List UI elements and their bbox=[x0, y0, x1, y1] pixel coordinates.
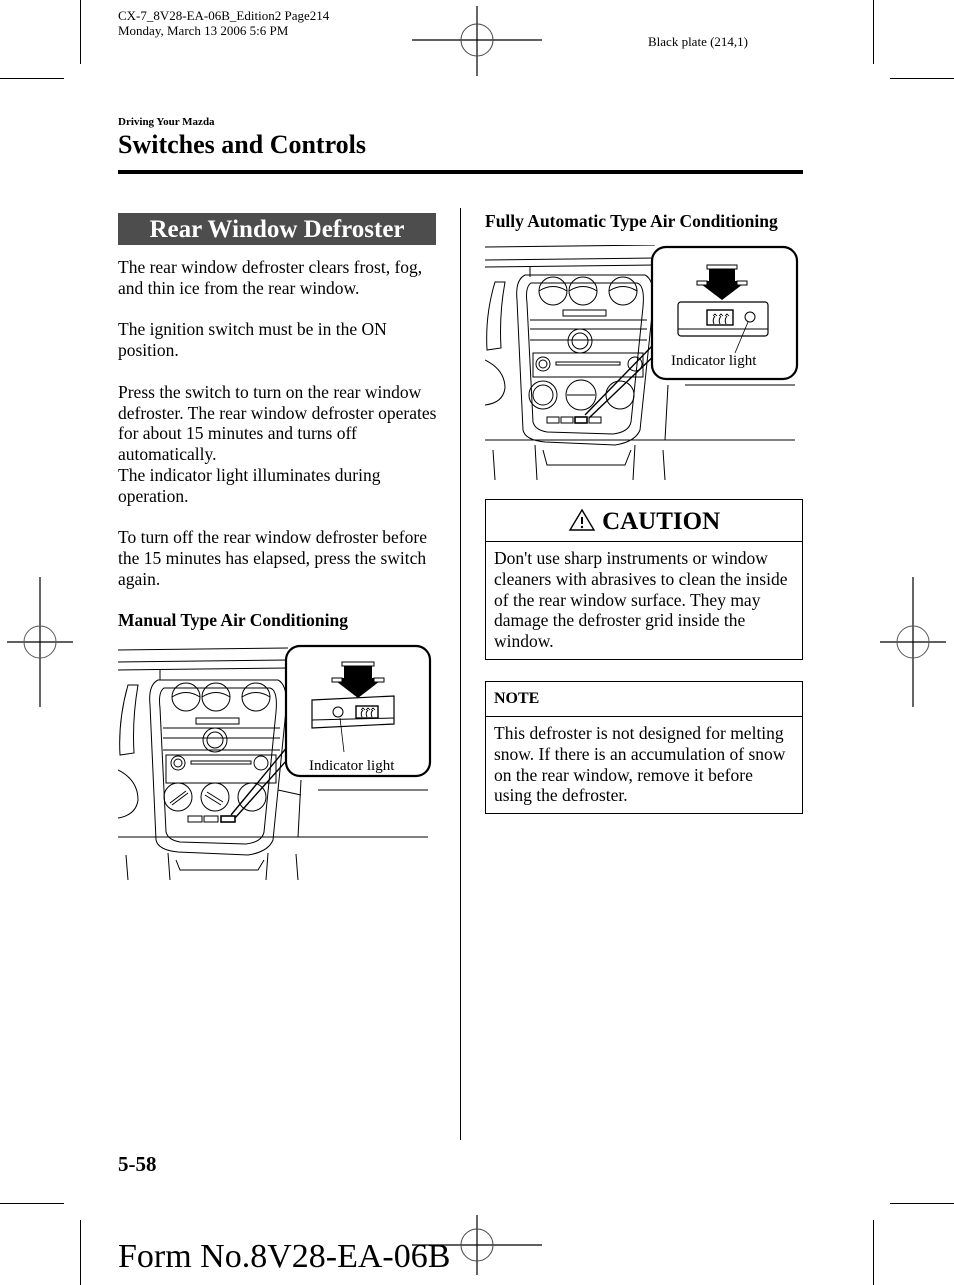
indicator-light-icon bbox=[332, 706, 344, 718]
indicator-light-icon bbox=[744, 311, 756, 323]
column-divider bbox=[460, 208, 461, 1140]
registration-mark-top bbox=[412, 6, 542, 76]
caution-title: CAUTION bbox=[602, 508, 721, 535]
header-rule bbox=[118, 170, 803, 174]
article-heading: Rear Window Defroster bbox=[118, 213, 436, 245]
registration-mark-left bbox=[7, 577, 73, 707]
note-title: NOTE bbox=[486, 682, 802, 717]
caution-text: Don't use sharp instruments or window cl… bbox=[494, 548, 788, 652]
caution-header: CAUTION bbox=[486, 500, 802, 542]
rear-defroster-switch-icon bbox=[355, 705, 379, 719]
paragraph: The rear window defroster clears frost, … bbox=[118, 257, 423, 298]
paragraph: The indicator light illuminates during o… bbox=[118, 464, 381, 506]
crop-mark bbox=[873, 0, 874, 64]
crop-mark bbox=[80, 0, 81, 64]
figure-automatic-ac: Indicator light bbox=[485, 245, 799, 480]
form-number: Form No.8V28-EA-06B bbox=[118, 1238, 451, 1275]
callout-label: Indicator light bbox=[671, 353, 757, 369]
slug-file-line: CX-7_8V28-EA-06B_Edition2 Page214 bbox=[118, 8, 330, 23]
crop-mark bbox=[890, 1203, 954, 1204]
page-title: Switches and Controls bbox=[118, 130, 367, 159]
crop-mark bbox=[0, 78, 64, 79]
paragraph: The ignition switch must be in the ON po… bbox=[118, 319, 387, 361]
figure-manual-ac: Indicator light bbox=[118, 644, 432, 880]
note-text: This defroster is not designed for melti… bbox=[494, 723, 786, 806]
note-box: NOTE This defroster is not designed for … bbox=[485, 681, 803, 815]
crop-mark bbox=[873, 1220, 874, 1285]
article-body: The rear window defroster clears frost, … bbox=[118, 257, 438, 630]
print-slug: CX-7_8V28-EA-06B_Edition2 Page214 Monday… bbox=[118, 8, 329, 38]
section-label: Driving Your Mazda bbox=[118, 116, 215, 128]
crop-mark bbox=[890, 78, 954, 79]
plate-label: Black plate (214,1) bbox=[648, 34, 748, 49]
warning-triangle-icon bbox=[568, 508, 596, 531]
rear-defroster-switch-icon bbox=[706, 309, 734, 326]
figure-caption-automatic: Fully Automatic Type Air Conditioning bbox=[485, 211, 778, 231]
page-number: 5-58 bbox=[118, 1152, 157, 1176]
caution-box: CAUTION Don't use sharp instruments or w… bbox=[485, 499, 803, 660]
slug-date-line: Monday, March 13 2006 5:6 PM bbox=[118, 23, 289, 38]
figure-caption-manual: Manual Type Air Conditioning bbox=[118, 609, 348, 630]
paragraph: To turn off the rear window defroster be… bbox=[118, 527, 427, 589]
registration-mark-right bbox=[880, 577, 946, 707]
crop-mark bbox=[0, 1203, 64, 1204]
paragraph: Press the switch to turn on the rear win… bbox=[118, 381, 437, 465]
crop-mark bbox=[80, 1220, 81, 1285]
callout-label: Indicator light bbox=[309, 758, 395, 774]
